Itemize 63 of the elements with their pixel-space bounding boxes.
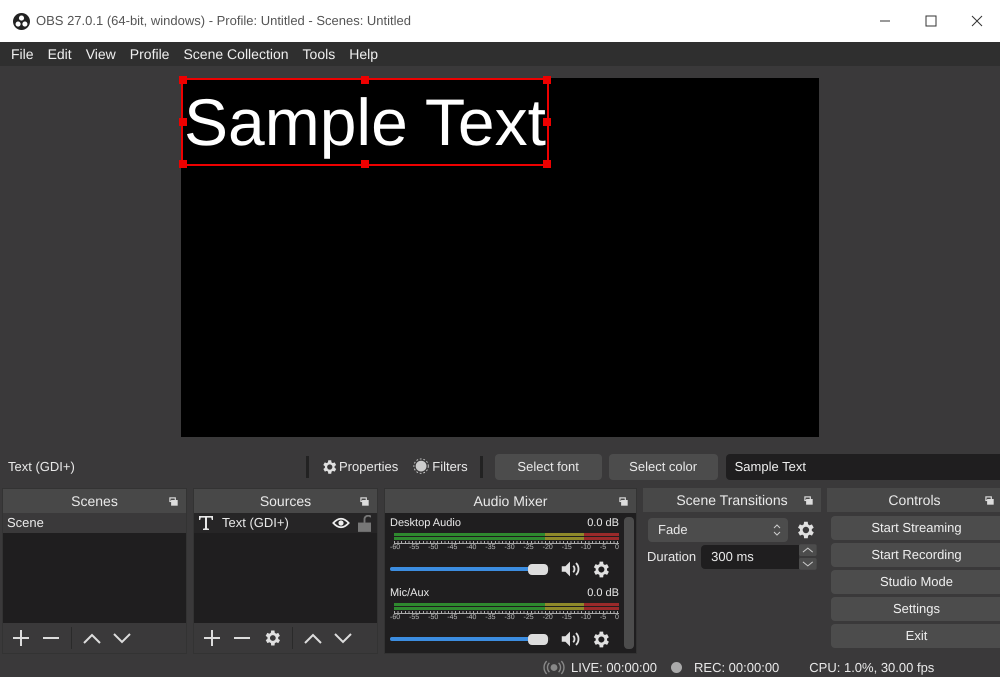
menu-item[interactable]: File (4, 44, 41, 64)
dock-title: Scene Transitions (676, 490, 788, 510)
menu-item[interactable]: Edit (40, 44, 79, 64)
unlocked-icon[interactable] (358, 514, 371, 532)
add-icon[interactable] (202, 628, 222, 648)
transition-select[interactable]: Fade (648, 518, 788, 542)
filters-button[interactable]: Filters (413, 454, 468, 480)
add-icon[interactable] (11, 628, 31, 648)
list-item[interactable]: Text (GDI+) (194, 513, 377, 533)
undock-icon[interactable] (619, 497, 628, 506)
window-title: OBS 27.0.1 (64-bit, windows) - Profile: Untitled - Scenes: Untitled (36, 12, 411, 30)
duration-label: Duration (647, 548, 696, 566)
resize-handle[interactable] (542, 76, 551, 84)
select-color-button[interactable]: Select color (608, 454, 718, 480)
menu-item[interactable]: Scene Collection (176, 44, 296, 64)
channel-reading: 0.0 dB (587, 516, 619, 531)
item-label: Scene (7, 514, 44, 532)
dock-title: Audio Mixer (474, 492, 548, 510)
spinner-icon (772, 522, 782, 538)
resize-handle[interactable] (179, 118, 187, 126)
resize-handle[interactable] (179, 160, 187, 168)
dock-title: Sources (260, 492, 312, 510)
rec-timer: REC: 00:00:00 (694, 658, 780, 677)
channel-name: Mic/Aux (390, 586, 430, 601)
app-logo-icon (13, 12, 30, 30)
control-button[interactable]: Studio Mode (831, 570, 1000, 594)
undock-icon[interactable] (985, 496, 994, 505)
volume-slider[interactable] (390, 562, 550, 576)
scrollbar[interactable] (624, 517, 634, 649)
select-font-button[interactable]: Select font (494, 454, 602, 480)
control-button[interactable]: Start Recording (831, 543, 1000, 567)
cpu-stats: CPU: 1.0%, 30.00 fps (809, 658, 934, 677)
resize-handle[interactable] (360, 76, 369, 84)
resize-handle[interactable] (179, 76, 187, 84)
resize-handle[interactable] (542, 160, 551, 168)
undock-icon[interactable] (360, 497, 369, 506)
dock-title: Scenes (71, 492, 118, 510)
duration-field[interactable]: 300 ms (701, 545, 800, 569)
broadcast-icon (543, 660, 565, 675)
channel-reading: 0.0 dB (587, 586, 619, 601)
menu-item[interactable]: View (78, 44, 123, 64)
resize-handle[interactable] (360, 160, 369, 168)
control-button[interactable]: Exit (831, 624, 1000, 648)
control-button[interactable]: Settings (831, 597, 1000, 621)
live-timer: LIVE: 00:00:00 (571, 658, 658, 677)
text-source-icon (198, 515, 214, 531)
control-button[interactable]: Start Streaming (831, 516, 1000, 540)
list-item[interactable]: Scene (3, 513, 186, 533)
undock-icon[interactable] (169, 497, 178, 506)
filter-icon (413, 458, 432, 476)
properties-button[interactable]: Properties (319, 454, 400, 480)
eye-icon[interactable] (332, 517, 350, 529)
channel-name: Desktop Audio (390, 516, 461, 531)
item-label: Text (GDI+) (222, 514, 289, 532)
undock-icon[interactable] (804, 496, 813, 505)
volume-slider[interactable] (390, 632, 550, 646)
menu-item[interactable]: Tools (296, 44, 342, 64)
text-input-field[interactable]: Sample Text (726, 454, 1000, 480)
dock-title: Controls (888, 490, 941, 510)
spin-arrows-icon[interactable] (799, 544, 817, 570)
source-name: Text (GDI+) (8, 458, 76, 476)
menu-item[interactable]: Profile (122, 44, 176, 64)
menu-item[interactable]: Help (342, 44, 386, 64)
